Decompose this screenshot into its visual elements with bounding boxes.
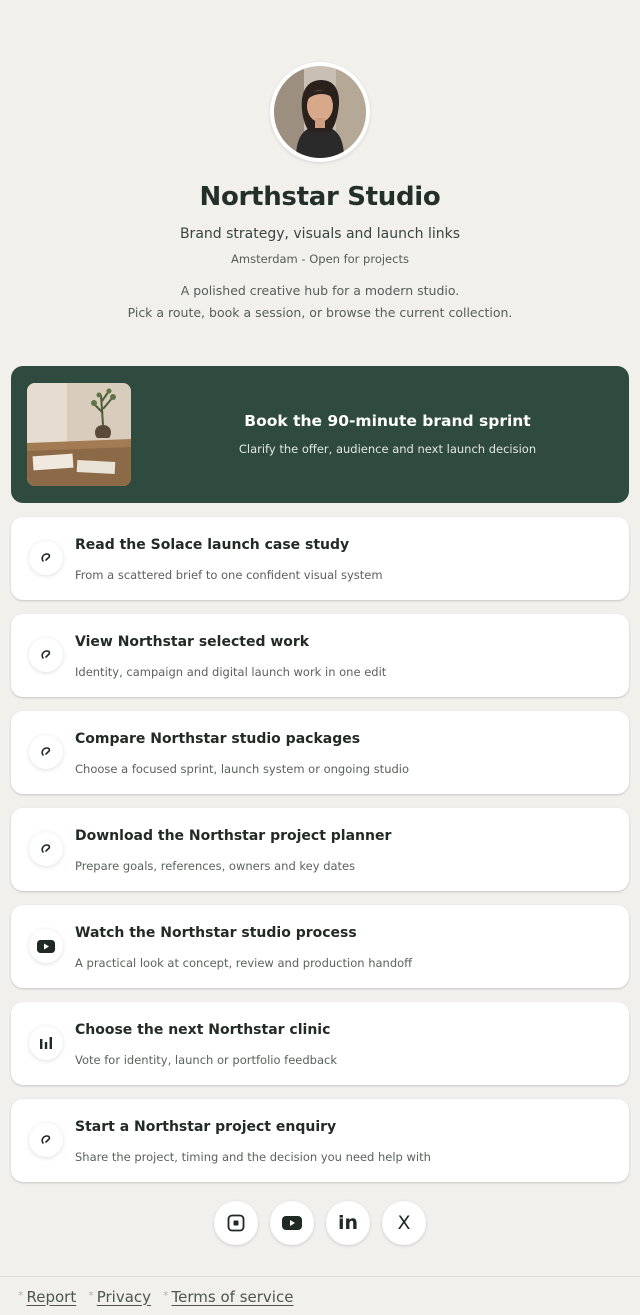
footer: * Report * Privacy * Terms of service	[0, 1276, 640, 1315]
link-card-title: Choose the next Northstar clinic	[75, 1022, 331, 1038]
link-card-process-video[interactable]: Watch the Northstar studio process A pra…	[11, 905, 629, 988]
link-card-enquiry[interactable]: Start a Northstar project enquiry Share …	[11, 1099, 629, 1182]
link-card-title: Download the Northstar project planner	[75, 828, 392, 844]
link-card-subtitle: Prepare goals, references, owners and ke…	[75, 859, 356, 873]
instagram-icon[interactable]	[214, 1201, 258, 1245]
avatar	[270, 62, 370, 162]
footer-marker: *	[163, 1288, 169, 1302]
link-card-case-study[interactable]: Read the Solace launch case study From a…	[11, 517, 629, 600]
link-card-subtitle: Identity, campaign and digital launch wo…	[75, 665, 387, 679]
link-card-packages[interactable]: Compare Northstar studio packages Choose…	[11, 711, 629, 794]
link-card-subtitle: Vote for identity, launch or portfolio f…	[75, 1053, 337, 1067]
youtube-icon	[29, 929, 63, 963]
link-card-clinic-poll[interactable]: Choose the next Northstar clinic Vote fo…	[11, 1002, 629, 1085]
link-icon	[29, 832, 63, 866]
link-card-subtitle: Choose a focused sprint, launch system o…	[75, 762, 410, 776]
x-icon[interactable]: X	[382, 1201, 426, 1245]
youtube-icon[interactable]	[270, 1201, 314, 1245]
footer-marker: *	[18, 1288, 24, 1302]
footer-privacy: * Privacy	[88, 1287, 151, 1306]
link-card-selected-work[interactable]: View Northstar selected work Identity, c…	[11, 614, 629, 697]
bio-line-1: A polished creative hub for a modern stu…	[180, 283, 460, 298]
x-label: X	[397, 1212, 411, 1234]
featured-subtitle: Clarify the offer, audience and next lau…	[238, 442, 537, 456]
privacy-link[interactable]: Privacy	[97, 1288, 151, 1306]
link-card-title: View Northstar selected work	[75, 634, 310, 650]
link-card-title: Read the Solace launch case study	[75, 537, 350, 553]
terms-link[interactable]: Terms of service	[172, 1288, 294, 1306]
footer-marker: *	[88, 1288, 94, 1302]
featured-text: Book the 90-minute brand sprint Clarify …	[146, 412, 629, 456]
footer-terms: * Terms of service	[163, 1287, 293, 1306]
link-card-title: Compare Northstar studio packages	[75, 731, 361, 747]
bio-line-2: Pick a route, book a session, or browse …	[127, 305, 513, 320]
link-card-title: Start a Northstar project enquiry	[75, 1119, 337, 1135]
link-card-subtitle: A practical look at concept, review and …	[75, 956, 413, 970]
linkedin-label: in	[337, 1212, 359, 1234]
featured-thumbnail	[27, 383, 131, 486]
link-icon	[29, 1123, 63, 1157]
link-card-subtitle: From a scattered brief to one confident …	[75, 568, 383, 582]
link-card-subtitle: Share the project, timing and the decisi…	[75, 1150, 431, 1164]
featured-title: Book the 90-minute brand sprint	[244, 412, 531, 430]
avatar-photo	[274, 66, 366, 158]
linkedin-icon[interactable]: in	[326, 1201, 370, 1245]
featured-link-card[interactable]: Book the 90-minute brand sprint Clarify …	[11, 366, 629, 503]
report-link[interactable]: Report	[27, 1288, 77, 1306]
link-icon	[29, 638, 63, 672]
link-card-planner[interactable]: Download the Northstar project planner P…	[11, 808, 629, 891]
bar-chart-icon	[29, 1026, 63, 1060]
link-icon	[29, 735, 63, 769]
page-title: Northstar Studio	[199, 182, 441, 212]
profile-header: Northstar Studio Brand strategy, visuals…	[0, 0, 640, 324]
location-text: Amsterdam - Open for projects	[231, 252, 409, 266]
link-card-title: Watch the Northstar studio process	[75, 925, 357, 941]
link-list: Book the 90-minute brand sprint Clarify …	[11, 366, 629, 1182]
tagline: Brand strategy, visuals and launch links	[179, 226, 461, 242]
bio: A polished creative hub for a modern stu…	[0, 280, 640, 324]
link-icon	[29, 541, 63, 575]
footer-report: * Report	[18, 1287, 76, 1306]
social-links: in X	[0, 1201, 640, 1245]
